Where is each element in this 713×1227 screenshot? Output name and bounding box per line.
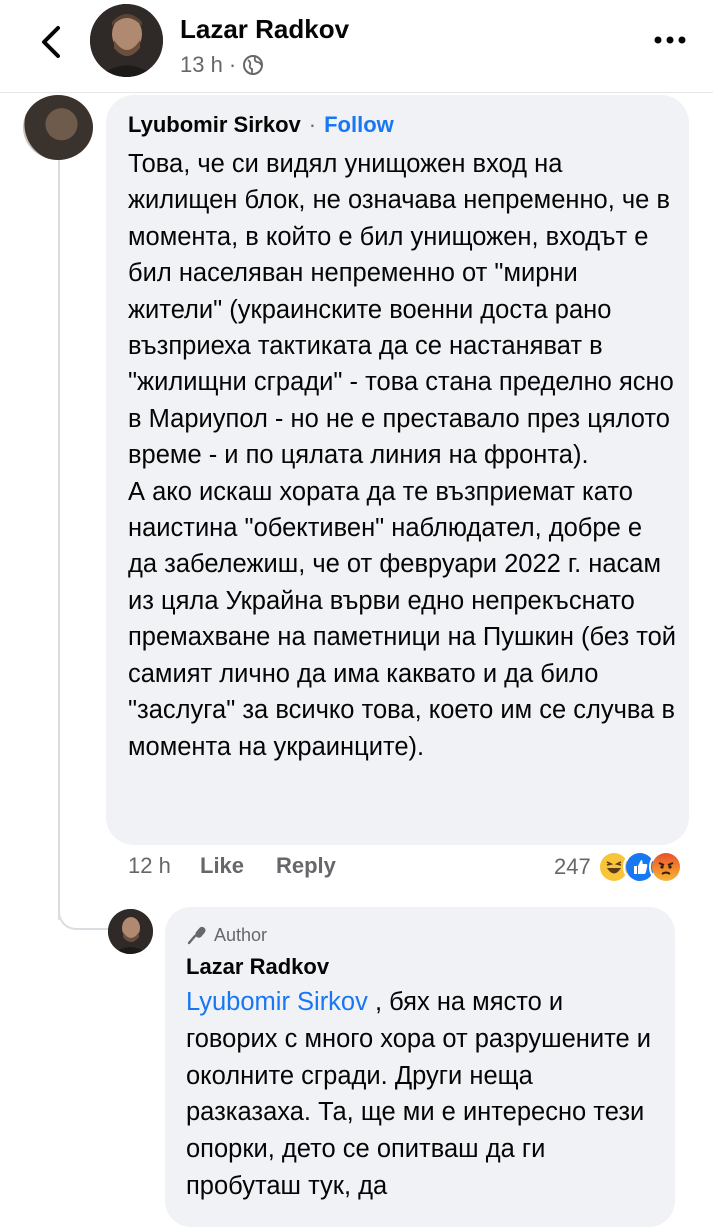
- like-button[interactable]: Like: [200, 853, 276, 879]
- thread-connector: [58, 880, 112, 930]
- reply-text: Lyubomir Sirkov , бях на място и говорих…: [186, 984, 656, 1205]
- post-meta: 13 h ·: [180, 52, 264, 78]
- globe-icon: [243, 55, 264, 75]
- author-avatar[interactable]: [90, 4, 163, 77]
- comment-text: Това, че си видял унищожен вход на жилищ…: [128, 146, 678, 765]
- reaction-count: 247: [554, 854, 591, 879]
- post-time[interactable]: 13 h: [180, 52, 223, 78]
- post-header: Lazar Radkov 13 h ·: [0, 0, 713, 92]
- post-author-name[interactable]: Lazar Radkov: [180, 14, 349, 45]
- follow-button[interactable]: Follow: [324, 112, 394, 138]
- back-arrow-icon[interactable]: [36, 22, 66, 62]
- meta-separator: ·: [228, 52, 237, 77]
- reply-body: , бях на място и говорих с много хора от…: [186, 988, 652, 1200]
- mention-link[interactable]: Lyubomir Sirkov: [186, 988, 368, 1016]
- comment-paragraph-1: Това, че си видял унищожен вход на жилищ…: [128, 150, 674, 470]
- reply-button[interactable]: Reply: [276, 853, 336, 879]
- microphone-icon: [187, 926, 206, 945]
- commenter-avatar[interactable]: [23, 95, 93, 160]
- header-divider: [0, 92, 713, 93]
- comment-time[interactable]: 12 h: [128, 853, 200, 879]
- author-badge: Author: [186, 924, 267, 946]
- reply-author-avatar[interactable]: [108, 909, 153, 954]
- author-badge-label: Author: [214, 924, 268, 945]
- more-options-icon[interactable]: [652, 30, 688, 50]
- comment-header: Lyubomir Sirkov · Follow: [128, 112, 394, 138]
- reply-author-name[interactable]: Lazar Radkov: [186, 954, 329, 980]
- reactions-summary[interactable]: 247: [554, 850, 683, 884]
- commenter-name[interactable]: Lyubomir Sirkov: [128, 112, 301, 138]
- angry-icon: [648, 850, 683, 884]
- comment-actions: 12 h Like Reply: [128, 853, 336, 879]
- header-separator: ·: [308, 112, 317, 137]
- thread-line: [58, 160, 60, 920]
- comment-paragraph-2: А ако искаш хората да те възприемат като…: [128, 477, 677, 761]
